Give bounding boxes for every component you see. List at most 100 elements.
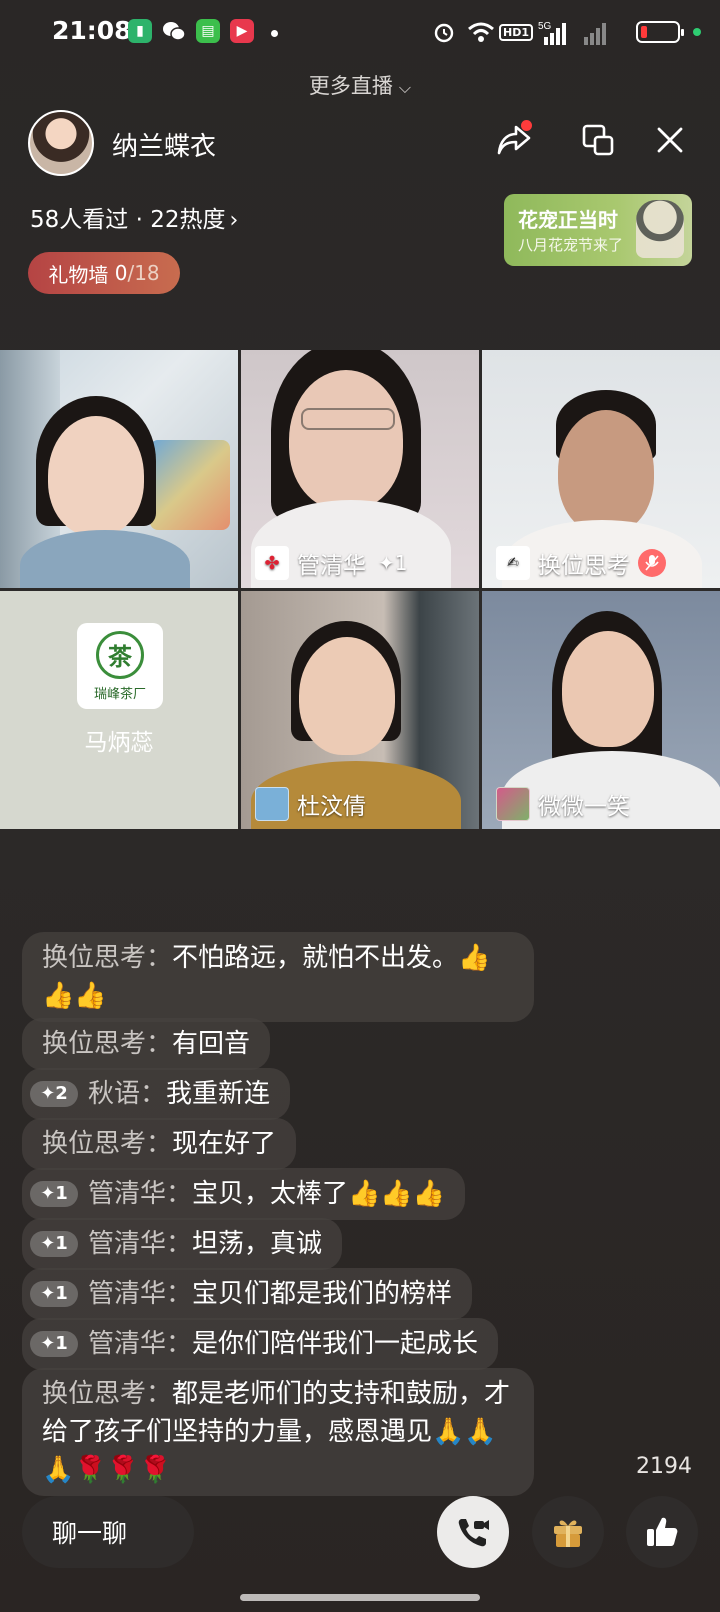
chat-text: 宝贝，太棒了👍👍👍 [192,1179,446,1209]
chat-message: 换位思考： 有回音 [22,1018,271,1070]
video-grid: ✤ 管清华 ✦1 ✍ 换位思考 茶 瑞峰茶厂 马炳蕊 杜汶倩 微微一笑 [0,350,720,830]
video-tile-host[interactable] [0,350,238,588]
gift-button[interactable] [532,1496,604,1568]
svg-text:5G: 5G [538,21,552,32]
more-live-dropdown[interactable]: 更多直播 ⌵ [0,70,720,100]
hd-icon: HD1 [499,18,533,46]
viewer-stats[interactable]: 58人看过 · 22热度 › [30,200,238,234]
gift-wall-label: 礼物墙 [48,262,109,287]
chat-message: ✦1 管清华： 宝贝们都是我们的榜样 [22,1268,473,1320]
fan-badge: ✦1 [30,1331,78,1357]
gift-wall-button[interactable]: 礼物墙 0/18 [28,252,180,294]
video-tile-ma-bingrui[interactable]: 茶 瑞峰茶厂 马炳蕊 [0,591,238,829]
chat-user: 换位思考： [42,1029,173,1059]
participant-logo-avatar: 茶 瑞峰茶厂 [77,623,163,709]
minimize-window-button[interactable] [576,118,620,162]
video-tile-du-wenqian[interactable]: 杜汶倩 [241,591,479,829]
mic-off-icon [638,549,666,577]
chat-message: 换位思考： 现在好了 [22,1118,297,1170]
face-image [558,410,654,534]
status-time: 21:08 [52,16,132,45]
participant-mini-avatar: ✤ [255,546,289,580]
status-bar: 21:08 ▮ ▤ ▶ HD1 5G [0,0,720,64]
alarm-icon [430,18,458,46]
chat-message: ✦1 管清华： 是你们陪伴我们一起成长 [22,1318,499,1370]
close-button[interactable] [648,118,692,162]
tea-logo-text: 瑞峰茶厂 [93,686,146,702]
host-name[interactable]: 纳兰蝶衣 [112,126,216,163]
chevron-right-icon: › [229,208,239,233]
chat-message: ✦1 管清华： 宝贝，太棒了👍👍👍 [22,1168,466,1220]
like-button[interactable] [626,1496,698,1568]
fan-badge: ✦2 [30,1081,78,1107]
chat-input-button[interactable]: 聊一聊 [22,1496,194,1568]
face-image [299,637,395,755]
chat-message: ✦2 秋语： 我重新连 [22,1068,291,1120]
shirt-image [20,530,190,588]
glasses-image [301,408,395,430]
notification-dot-icon [271,30,278,37]
participant-mini-avatar [255,787,289,821]
fan-level-badge: ✦1 [378,551,408,575]
promo-subtitle: 八月花宠节来了 [518,236,624,254]
phone-video-icon [458,1519,489,1547]
tea-logo-circle: 茶 [96,630,144,679]
signal-icon: 5G [538,18,572,46]
video-app-icon: ▶ [230,19,254,43]
participant-mini-avatar: ✍ [496,546,530,580]
chat-text: 现在好了 [172,1129,277,1159]
chevron-down-icon: ⌵ [398,78,412,97]
participant-label: ✤ 管清华 ✦1 [255,546,407,580]
promo-banner[interactable]: 花宠正当时 八月花宠节来了 [504,194,692,266]
chat-message: 换位思考：不怕路远，就怕不出发。👍👍👍 [22,932,534,1022]
thumbs-up-icon [647,1517,678,1546]
home-indicator[interactable] [240,1594,480,1601]
face-image [289,370,403,510]
participant-label: ✍ 换位思考 [496,546,666,580]
gift-icon [554,1520,582,1547]
chat-user: 管清华： [88,1229,193,1259]
battery-saver-icon: ▮ [128,19,152,43]
privacy-dot-icon [693,28,701,36]
fan-badge: ✦1 [30,1181,78,1207]
chat-message: ✦1 管清华： 坦荡，真诚 [22,1218,343,1270]
host-avatar[interactable] [28,110,94,176]
fan-badge: ✦1 [30,1231,78,1257]
promo-title: 花宠正当时 [518,208,618,232]
video-call-button[interactable] [437,1496,509,1568]
like-count: 2194 [636,1454,692,1479]
fan-badge: ✦1 [30,1281,78,1307]
signal-2-icon [578,18,612,46]
video-tile-guan-qinghua[interactable]: ✤ 管清华 ✦1 [241,350,479,588]
participant-label: 杜汶倩 [255,787,366,821]
video-tile-huanwei-sikao[interactable]: ✍ 换位思考 [482,350,720,588]
chat-user: 换位思考： [42,1379,173,1409]
chat-user: 换位思考： [42,1129,173,1159]
viewer-stats-text: 58人看过 · 22热度 [30,207,226,233]
wifi-icon [466,18,496,46]
chat-text: 是你们陪伴我们一起成长 [192,1329,479,1359]
chat-text: 有回音 [172,1029,251,1059]
chat-user: 换位思考： [42,943,173,973]
sim-icon: ▤ [196,19,220,43]
chat-input-label: 聊一聊 [52,1519,128,1548]
gift-wall-current: 0 [114,261,128,285]
face-image [562,631,654,747]
participant-name: 管清华 [297,553,366,579]
chat-user: 管清华： [88,1329,193,1359]
share-notification-dot [521,120,532,131]
chat-text: 我重新连 [166,1079,271,1109]
participant-name: 马炳蕊 [84,730,154,756]
share-button[interactable] [492,118,536,162]
face-image [48,416,144,536]
participant-label: 微微一笑 [496,787,630,821]
cat-image [636,200,684,258]
chat-text: 宝贝们都是我们的榜样 [192,1279,453,1309]
close-icon [657,127,683,153]
video-tile-weiwei-yixiao[interactable]: 微微一笑 [482,591,720,829]
wechat-icon [162,19,186,43]
participant-name: 杜汶倩 [297,794,366,820]
battery-icon [636,21,684,43]
chat-message: 换位思考：都是老师们的支持和鼓励，才给了孩子们坚持的力量，感恩遇见🙏🙏🙏🌹🌹🌹 [22,1368,534,1496]
gift-wall-total: /18 [127,261,160,285]
